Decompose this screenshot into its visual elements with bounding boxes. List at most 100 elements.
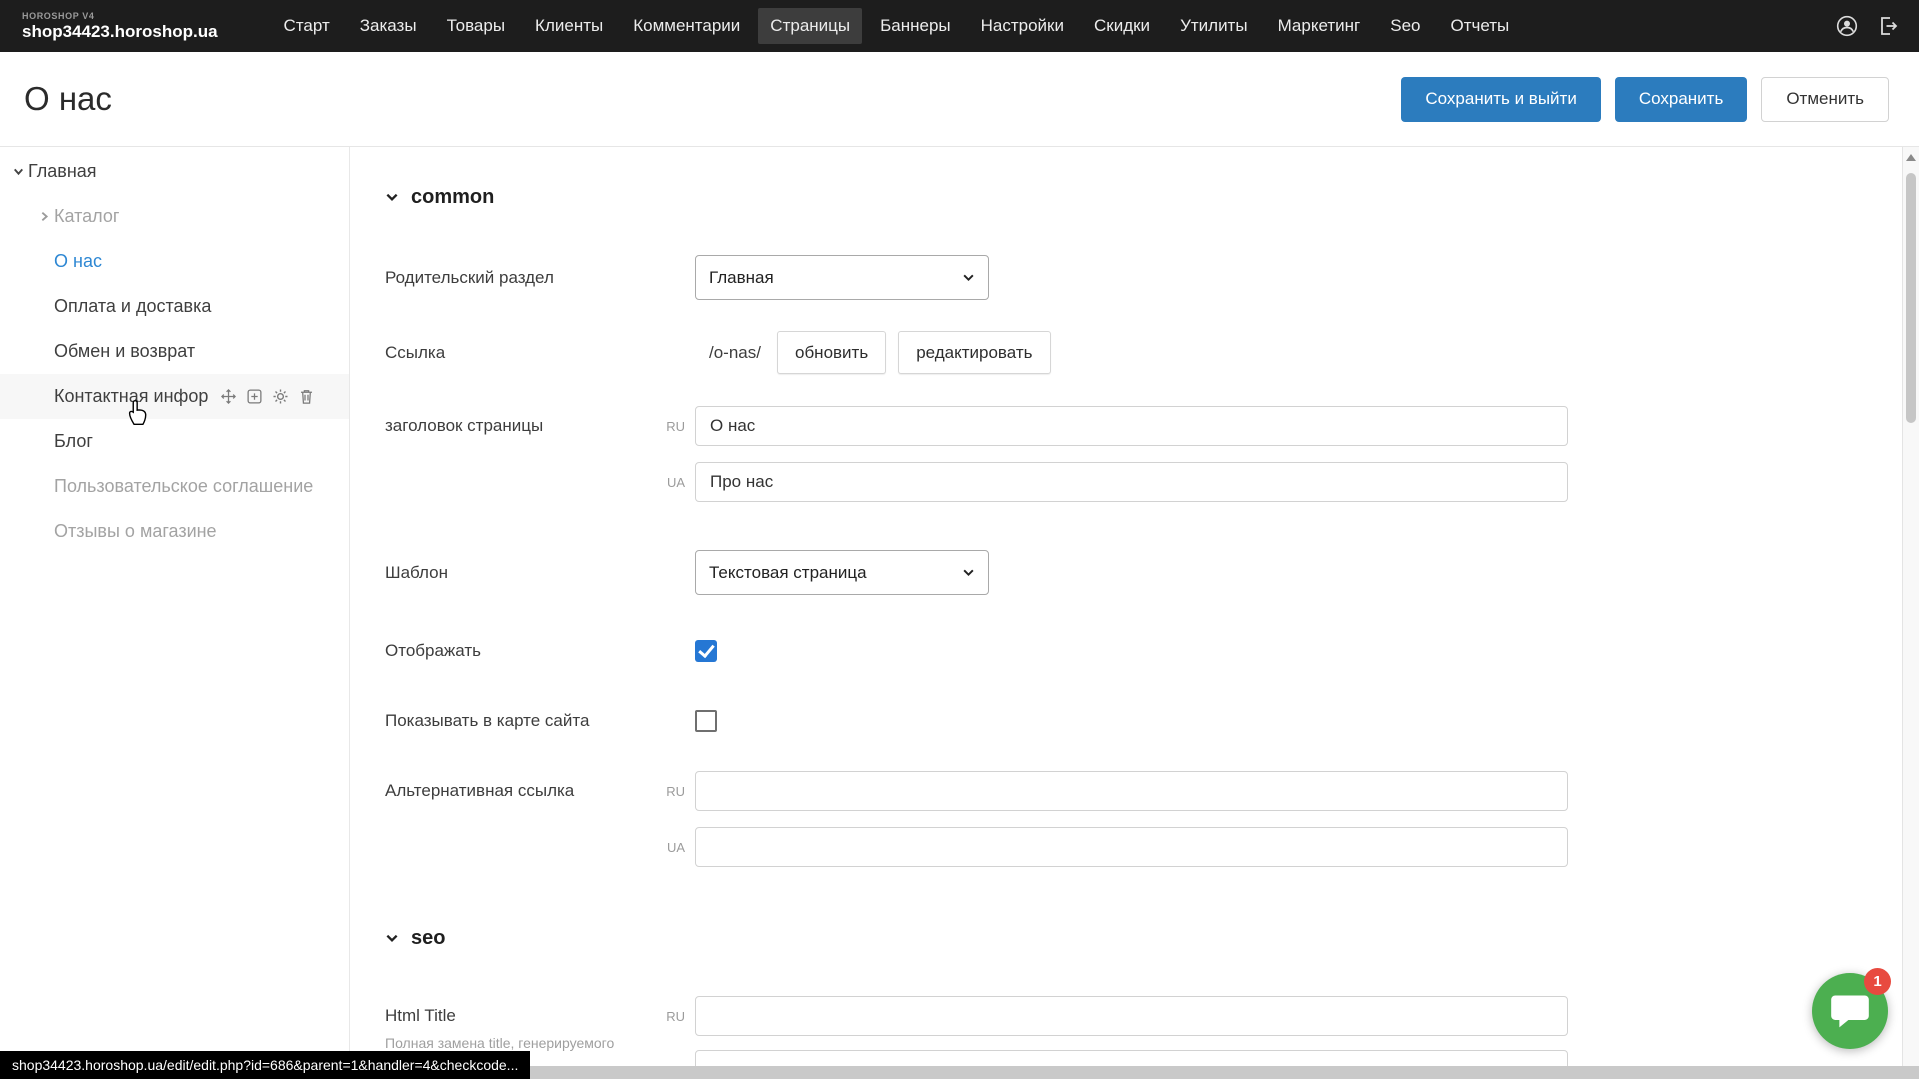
tree-item-blog[interactable]: Блог xyxy=(0,419,349,464)
tree-item-user-agreement[interactable]: Пользовательское соглашение xyxy=(0,464,349,509)
move-icon[interactable] xyxy=(220,388,237,405)
section-seo-label: seo xyxy=(411,927,445,950)
row-alt-link-ua: UA xyxy=(385,827,1568,867)
top-navigation: HOROSHOP V4 shop34423.horoshop.ua Старт … xyxy=(0,0,1919,52)
row-link: Ссылка /o-nas/ обновить редактировать xyxy=(385,331,1063,374)
chevron-down-icon xyxy=(385,190,399,204)
chat-widget-button[interactable]: 1 xyxy=(1812,973,1888,1049)
nav-item-marketing[interactable]: Маркетинг xyxy=(1266,8,1373,44)
tree-item-payment-delivery[interactable]: Оплата и доставка xyxy=(0,284,349,329)
add-page-icon[interactable] xyxy=(246,388,263,405)
nav-item-utilities[interactable]: Утилиты xyxy=(1168,8,1260,44)
brand-version-label: HOROSHOP V4 xyxy=(22,12,218,21)
tree-item-store-reviews[interactable]: Отзывы о магазине xyxy=(0,509,349,554)
link-edit-button[interactable]: редактировать xyxy=(898,331,1050,374)
display-checkbox[interactable] xyxy=(695,640,717,662)
link-label: Ссылка xyxy=(385,343,695,363)
brand-domain: shop34423.horoshop.ua xyxy=(22,23,218,40)
row-alt-link-ru: Альтернативная ссылка RU xyxy=(385,771,1568,811)
section-common[interactable]: common xyxy=(385,182,494,212)
chat-bubble-icon xyxy=(1830,993,1870,1029)
nav-item-start[interactable]: Старт xyxy=(272,8,342,44)
delete-trash-icon[interactable] xyxy=(298,388,315,405)
page-title-ua-input[interactable] xyxy=(695,462,1568,502)
chevron-down-icon xyxy=(385,931,399,945)
parent-section-label: Родительский раздел xyxy=(385,268,695,288)
logout-icon[interactable] xyxy=(1877,15,1899,37)
chevron-down-icon[interactable] xyxy=(8,165,28,178)
scrollbar-thumb[interactable] xyxy=(1906,173,1916,423)
tree-item-label: Пользовательское соглашение xyxy=(54,476,313,497)
row-html-title-ru: Html Title RU xyxy=(385,996,1568,1036)
page-edit-form: common Родительский раздел Главная Ссылк… xyxy=(351,147,1902,1079)
nav-item-comments[interactable]: Комментарии xyxy=(621,8,752,44)
alt-link-label: Альтернативная ссылка xyxy=(385,781,655,801)
nav-item-seo[interactable]: Seo xyxy=(1378,8,1432,44)
tree-item-label: О нас xyxy=(54,251,102,272)
tree-item-catalog[interactable]: Каталог xyxy=(0,194,349,239)
sitemap-checkbox[interactable] xyxy=(695,710,717,732)
nav-item-clients[interactable]: Клиенты xyxy=(523,8,615,44)
parent-section-value: Главная xyxy=(709,268,774,288)
link-refresh-button[interactable]: обновить xyxy=(777,331,886,374)
section-common-label: common xyxy=(411,186,494,209)
vertical-scrollbar[interactable] xyxy=(1902,147,1919,1066)
tree-item-label: Главная xyxy=(28,161,97,182)
chevron-right-icon[interactable] xyxy=(34,210,54,223)
alt-link-ua-input[interactable] xyxy=(695,827,1568,867)
tree-item-label: Блог xyxy=(54,431,93,452)
lang-ru-badge: RU xyxy=(655,1009,695,1024)
scroll-up-arrow[interactable] xyxy=(1906,154,1916,161)
lang-ru-badge: RU xyxy=(655,784,695,799)
nav-item-pages[interactable]: Страницы xyxy=(758,8,862,44)
page-title: О нас xyxy=(24,80,112,118)
tree-item-contact-info[interactable]: Контактная инфор xyxy=(0,374,349,419)
chevron-down-icon xyxy=(962,271,975,284)
template-value: Текстовая страница xyxy=(709,563,867,583)
html-title-hint: Полная замена title, генерируемого xyxy=(385,1035,705,1051)
template-label: Шаблон xyxy=(385,563,695,583)
lang-ua-badge: UA xyxy=(655,475,695,490)
html-title-label: Html Title xyxy=(385,1006,655,1026)
page-title-label: заголовок страницы xyxy=(385,416,655,436)
tree-item-label: Контактная инфор xyxy=(54,386,208,407)
row-display: Отображать xyxy=(385,636,717,666)
html-title-ru-input[interactable] xyxy=(695,996,1568,1036)
brand-logo[interactable]: HOROSHOP V4 shop34423.horoshop.ua xyxy=(22,12,218,40)
save-and-exit-button[interactable]: Сохранить и выйти xyxy=(1401,77,1600,122)
row-sitemap: Показывать в карте сайта xyxy=(385,706,717,736)
settings-gear-icon[interactable] xyxy=(272,388,289,405)
page-header: О нас Сохранить и выйти Сохранить Отмени… xyxy=(0,52,1919,147)
section-seo[interactable]: seo xyxy=(385,923,445,953)
cancel-button[interactable]: Отменить xyxy=(1761,77,1889,122)
tree-item-label: Отзывы о магазине xyxy=(54,521,217,542)
tree-item-about[interactable]: О нас xyxy=(0,239,349,284)
parent-section-select[interactable]: Главная xyxy=(695,255,989,300)
row-parent-section: Родительский раздел Главная xyxy=(385,255,989,300)
save-button[interactable]: Сохранить xyxy=(1615,77,1747,122)
nav-item-orders[interactable]: Заказы xyxy=(348,8,429,44)
chevron-down-icon xyxy=(962,566,975,579)
tree-item-home[interactable]: Главная xyxy=(0,149,349,194)
status-url-bar: shop34423.horoshop.ua/edit/edit.php?id=6… xyxy=(0,1051,530,1079)
nav-item-settings[interactable]: Настройки xyxy=(969,8,1076,44)
tree-item-label: Оплата и доставка xyxy=(54,296,211,317)
alt-link-ru-input[interactable] xyxy=(695,771,1568,811)
page-title-ru-input[interactable] xyxy=(695,406,1568,446)
tree-item-actions xyxy=(220,388,315,405)
chat-unread-badge: 1 xyxy=(1864,968,1891,995)
row-page-title-ua: UA xyxy=(385,462,1568,502)
nav-item-reports[interactable]: Отчеты xyxy=(1438,8,1521,44)
nav-item-discounts[interactable]: Скидки xyxy=(1082,8,1162,44)
row-page-title-ru: заголовок страницы RU xyxy=(385,406,1568,446)
tree-item-exchange-return[interactable]: Обмен и возврат xyxy=(0,329,349,374)
template-select[interactable]: Текстовая страница xyxy=(695,550,989,595)
sitemap-label: Показывать в карте сайта xyxy=(385,711,695,731)
nav-item-banners[interactable]: Баннеры xyxy=(868,8,963,44)
account-icon[interactable] xyxy=(1835,14,1859,38)
row-template: Шаблон Текстовая страница xyxy=(385,550,989,595)
tree-item-label: Обмен и возврат xyxy=(54,341,195,362)
link-path-value: /o-nas/ xyxy=(709,343,761,363)
pages-tree-sidebar: Главная Каталог О нас Оплата и доставка … xyxy=(0,147,350,1079)
nav-item-products[interactable]: Товары xyxy=(435,8,517,44)
